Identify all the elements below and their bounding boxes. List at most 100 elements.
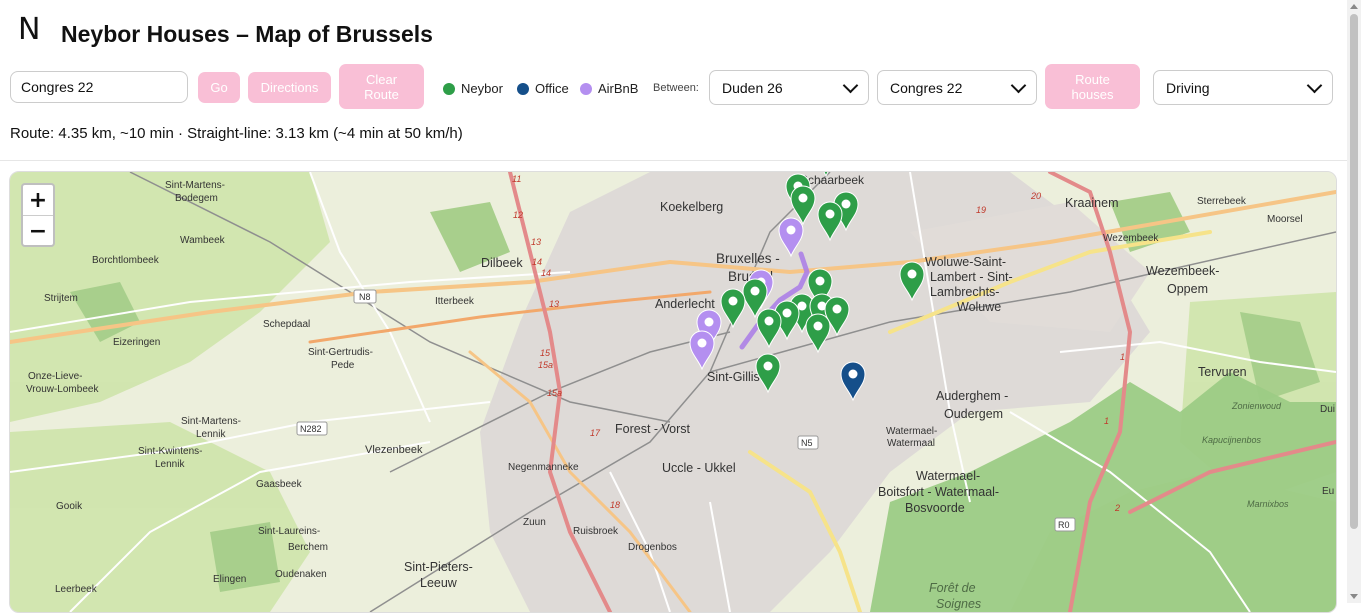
office-dot-icon — [517, 82, 529, 95]
label-eu: Eu — [1322, 486, 1334, 497]
address-search-input[interactable] — [10, 71, 188, 103]
travel-mode-value: Driving — [1166, 79, 1210, 96]
exit-13b: 13 — [549, 299, 559, 309]
from-house-select[interactable]: Duden 26 — [709, 70, 869, 105]
label-itterbeek: Itterbeek — [435, 296, 475, 307]
label-sint-martens-lennik-2: Lennik — [196, 429, 226, 440]
legend-airbnb: AirBnB — [580, 81, 638, 96]
scroll-down-icon[interactable] — [1350, 594, 1358, 599]
shield-n5: N5 — [801, 438, 813, 448]
label-anderlecht: Anderlecht — [655, 297, 715, 311]
label-dui: Dui — [1320, 404, 1335, 415]
label-sint-pieters-1: Sint-Pieters- — [404, 560, 473, 574]
chevron-down-icon — [842, 77, 859, 93]
map[interactable]: Schaarbeek Koekelberg Sint-Martens- Bode… — [9, 171, 1337, 613]
label-foret-2: Soignes — [936, 597, 981, 611]
label-forest: Forest - Vorst — [615, 422, 691, 436]
label-woluwe-1: Woluwe-Saint- — [925, 255, 1006, 269]
to-house-select[interactable]: Congres 22 — [877, 70, 1037, 105]
marker-hole — [782, 308, 792, 318]
map-canvas[interactable]: Schaarbeek Koekelberg Sint-Martens- Bode… — [10, 172, 1336, 612]
directions-button[interactable]: Directions — [248, 72, 331, 103]
marker-hole — [813, 321, 823, 331]
shield-n282: N282 — [300, 424, 322, 434]
label-watermael-boitsfort-1: Watermael- — [916, 469, 980, 483]
label-schepdaal: Schepdaal — [263, 319, 310, 330]
exit-12: 12 — [513, 210, 523, 220]
zoom-out-button[interactable]: − — [23, 215, 53, 246]
chevron-down-icon — [1010, 77, 1027, 93]
exit-1b: 1 — [1104, 416, 1109, 426]
exit-18: 18 — [610, 500, 620, 510]
marker-hole — [848, 369, 858, 379]
scrollbar-thumb[interactable] — [1350, 14, 1358, 529]
label-wezembeek: Wezembeek — [1103, 233, 1159, 244]
marker-hole — [763, 361, 773, 371]
marker-hole — [786, 225, 796, 235]
zoom-in-button[interactable]: + — [23, 185, 53, 215]
clear-route-button[interactable]: Clear Route — [339, 64, 424, 109]
exit-20: 20 — [1030, 191, 1041, 201]
page-title: Neybor Houses – Map of Brussels — [61, 21, 433, 47]
label-kapucijnenbos: Kapucijnenbos — [1202, 435, 1262, 445]
label-sint-martens-bodegem-2: Bodegem — [175, 193, 218, 204]
go-button[interactable]: Go — [198, 72, 240, 103]
marker-hole — [728, 296, 738, 306]
marker-hole — [832, 304, 842, 314]
exit-15a2: 15a — [547, 388, 562, 398]
scroll-up-icon[interactable] — [1350, 4, 1358, 9]
exit-2: 2 — [1114, 503, 1120, 513]
label-sint-martens-lennik-1: Sint-Martens- — [181, 416, 241, 427]
label-dilbeek: Dilbeek — [481, 256, 523, 270]
label-sint-martens-bodegem-1: Sint-Martens- — [165, 180, 225, 191]
label-elingen: Elingen — [213, 574, 246, 585]
label-onze-lieve-2: Vrouw-Lombeek — [26, 384, 99, 395]
label-wezembeek-oppem-2: Oppem — [1167, 282, 1208, 296]
marker-hole — [841, 199, 851, 209]
label-gaasbeek: Gaasbeek — [256, 479, 303, 490]
label-borchtlombeek: Borchtlombeek — [92, 255, 160, 266]
exit-14b: 14 — [541, 268, 551, 278]
label-negenmanneke: Negenmanneke — [508, 462, 579, 473]
exit-15a: 15a — [538, 360, 553, 370]
airbnb-dot-icon — [580, 82, 592, 95]
label-watermael-boitsfort-3: Bosvoorde — [905, 501, 965, 515]
label-sint-gertrudis-1: Sint-Gertrudis- — [308, 347, 373, 358]
marker-hole — [798, 193, 808, 203]
label-wezembeek-oppem-1: Wezembeek- — [1146, 264, 1219, 278]
legend-neybor: Neybor — [443, 81, 503, 96]
label-sint-laureins-2: Berchem — [288, 542, 328, 553]
label-watermael-b: Watermaal — [887, 438, 935, 449]
legend-neybor-label: Neybor — [461, 81, 503, 96]
label-watermael-a: Watermael- — [886, 426, 937, 437]
label-tervuren: Tervuren — [1198, 365, 1247, 379]
label-ruisbroek: Ruisbroek — [573, 526, 619, 537]
label-sterrebeek: Sterrebeek — [1197, 196, 1247, 207]
neybor-dot-icon — [443, 82, 455, 95]
label-leerbeek: Leerbeek — [55, 584, 98, 595]
label-sint-kwintens-2: Lennik — [155, 459, 185, 470]
label-bruxelles-1: Bruxelles - — [716, 251, 780, 266]
label-moorsel: Moorsel — [1267, 214, 1303, 225]
shield-r0: R0 — [1058, 520, 1070, 530]
exit-13: 13 — [531, 237, 541, 247]
label-foret-1: Forêt de — [929, 581, 976, 595]
label-zonienwoud: Zonienwoud — [1231, 401, 1282, 411]
legend-airbnb-label: AirBnB — [598, 81, 639, 96]
route-houses-button[interactable]: Route houses — [1045, 64, 1140, 109]
travel-mode-select[interactable]: Driving — [1153, 70, 1333, 105]
exit-15: 15 — [540, 348, 551, 358]
to-house-value: Congres 22 — [890, 79, 963, 96]
from-house-value: Duden 26 — [722, 79, 783, 96]
page-scrollbar[interactable] — [1347, 0, 1361, 603]
label-woluwe-4: Woluwe — [957, 300, 1001, 314]
between-label: Between: — [653, 82, 699, 94]
shield-n8: N8 — [359, 292, 371, 302]
label-watermael-boitsfort-2: Boitsfort - Watermaal- — [878, 485, 999, 499]
label-onze-lieve-1: Onze-Lieve- — [28, 371, 82, 382]
label-uccle: Uccle - Ukkel — [662, 461, 736, 475]
toolbar: Go Directions Clear Route Neybor Office … — [10, 64, 1340, 110]
label-drogenbos: Drogenbos — [628, 542, 677, 553]
app-header: N Neybor Houses – Map of Brussels Go Dir… — [0, 0, 1347, 161]
marker-hole — [750, 286, 760, 296]
